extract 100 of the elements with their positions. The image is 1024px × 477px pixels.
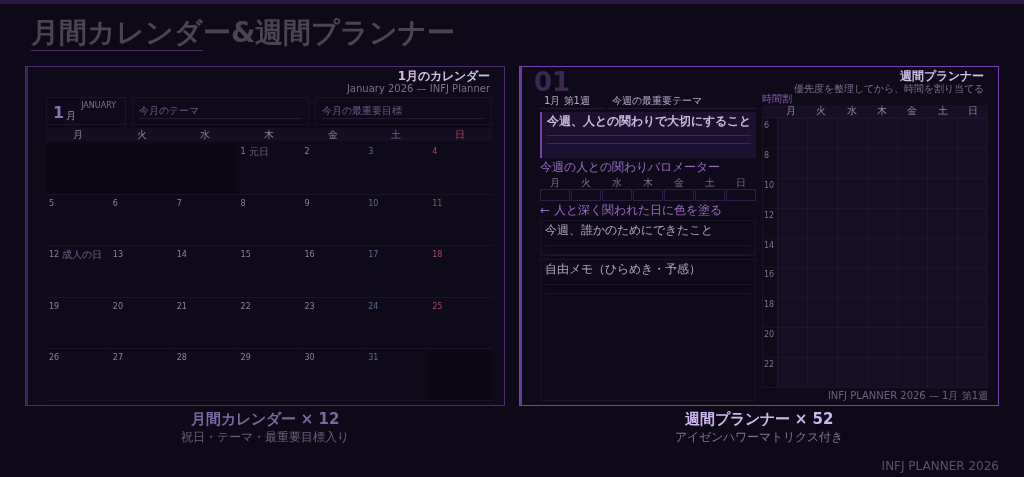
schedule-day: 火: [806, 105, 837, 117]
day-number: 27: [112, 353, 124, 363]
calendar-cell[interactable]: 18: [429, 247, 492, 298]
focus-title: 今週、人との関わりで大切にすること: [547, 115, 751, 128]
schedule-day: 土: [927, 105, 958, 117]
day-number: 23: [304, 301, 315, 311]
page-subheading: 優先度を整理してから、時間を割り当てる: [794, 83, 984, 94]
day-number: 28: [176, 353, 187, 363]
day-number: 18: [432, 250, 443, 260]
day-number: 8: [240, 198, 246, 208]
calendar-cell[interactable]: 26: [46, 350, 109, 401]
page-footer: INFJ PLANNER 2026 — 1月 第1週: [827, 390, 988, 401]
barometer-box[interactable]: [571, 189, 601, 201]
calendar-cell[interactable]: 17: [365, 247, 429, 298]
day-number: 14: [176, 250, 187, 260]
day-number: 24: [368, 301, 379, 311]
schedule-day: 木: [866, 105, 898, 117]
week-label: 1月 第1週: [540, 93, 604, 109]
page-subheading: January 2026 — INFJ Planner: [346, 83, 490, 94]
calendar-cell[interactable]: 12 成人の日: [46, 247, 109, 298]
calendar-cell[interactable]: 3: [365, 144, 429, 195]
theme-label: 今週の最重要テーマ: [608, 93, 756, 109]
weekday-label: 水: [199, 128, 212, 141]
barometer-day: 水: [602, 177, 632, 188]
caption-title: 週間プランナー × 52: [684, 410, 834, 429]
calendar-cell[interactable]: 16: [301, 247, 365, 298]
note-title: 今週、誰かのためにできたこと: [545, 224, 714, 237]
day-number: 10: [368, 198, 379, 208]
day-number: 4: [432, 147, 438, 156]
day-number: 20: [112, 301, 124, 311]
page-title: 月間カレンダー&週間プランナー: [30, 16, 457, 50]
barometer-day: 木: [633, 177, 663, 188]
calendar-cell[interactable]: 28: [173, 350, 237, 401]
barometer-box[interactable]: [540, 189, 570, 201]
weekday-label: 金: [326, 128, 339, 141]
day-number: 15: [240, 250, 251, 260]
day-number: 2: [304, 147, 310, 156]
day-number: 16: [304, 250, 315, 260]
schedule-day: 月: [776, 105, 807, 117]
month-field[interactable]: 今月のテーマ: [132, 97, 309, 125]
barometer-box[interactable]: [695, 189, 725, 201]
barometer-day: 月: [540, 177, 570, 188]
holiday-note: 元日: [248, 147, 269, 157]
day-number: 26: [49, 353, 60, 363]
day-number: 11: [432, 198, 443, 208]
calendar-cell[interactable]: 14: [173, 247, 237, 298]
note-box[interactable]: 自由メモ（ひらめき・予感）: [540, 259, 756, 401]
month-name: JANUARY: [81, 101, 117, 110]
month-number: 1: [53, 105, 65, 121]
calendar-cell[interactable]: 1 元日: [237, 144, 301, 195]
schedule-day: 金: [897, 105, 928, 117]
barometer-day: 火: [571, 177, 601, 188]
weekday-label: 火: [135, 128, 148, 141]
month-kanji: 月: [66, 111, 77, 121]
weekday-label: 木: [263, 128, 275, 141]
day-number: 25: [432, 301, 443, 311]
barometer-hint: ← 人と深く関われた日に色を塗る: [540, 204, 723, 217]
calendar-cell[interactable]: 30: [301, 350, 365, 401]
schedule-day: 水: [836, 105, 867, 117]
calendar-cell[interactable]: 2: [301, 144, 365, 195]
day-number: 17: [368, 250, 379, 260]
day-number: 21: [176, 301, 187, 311]
calendar-cell[interactable]: 27: [109, 350, 173, 401]
calendar-cell[interactable]: 31: [365, 350, 429, 401]
day-number: 3: [368, 147, 374, 156]
barometer-day: 日: [726, 177, 756, 188]
day-number: 30: [304, 353, 315, 363]
barometer-day: 金: [664, 177, 694, 188]
day-number: 6: [112, 198, 118, 208]
day-number: 9: [304, 198, 310, 208]
day-number: 31: [368, 353, 379, 363]
day-number: 12: [49, 250, 60, 260]
calendar-cell[interactable]: 15: [237, 247, 301, 298]
weekday-label: 月: [71, 128, 84, 141]
barometer-box[interactable]: [726, 189, 756, 201]
barometer-box[interactable]: [633, 189, 663, 201]
day-number: 5: [49, 198, 55, 208]
schedule-title: 時間割: [762, 93, 793, 105]
barometer-box[interactable]: [602, 189, 632, 201]
holiday-note: 成人の日: [62, 250, 103, 261]
day-number: 19: [49, 301, 60, 311]
barometer-day: 土: [695, 177, 725, 188]
caption-title: 月間カレンダー × 12: [190, 410, 340, 429]
weekday-label: 土: [390, 128, 403, 141]
brand-label: INFJ PLANNER 2026: [881, 459, 999, 473]
caption-subtitle: 祝日・テーマ・最重要目標入り: [181, 429, 349, 446]
month-field[interactable]: 今月の最重要目標: [315, 97, 492, 125]
calendar-cell[interactable]: 29: [237, 350, 301, 401]
day-number: 7: [176, 198, 182, 208]
barometer-box[interactable]: [664, 189, 694, 201]
note-box[interactable]: 今週、誰かのためにできたこと: [540, 220, 756, 256]
schedule-day: 日: [957, 105, 988, 117]
caption-subtitle: アイゼンハワーマトリクス付き: [675, 429, 843, 446]
calendar-cell[interactable]: 13: [109, 247, 173, 298]
day-number: 22: [240, 301, 251, 311]
calendar-cell[interactable]: 4: [429, 144, 492, 195]
day-number: 1: [240, 147, 246, 156]
page-heading: 1月のカレンダー: [397, 69, 490, 83]
note-title: 自由メモ（ひらめき・予感）: [545, 263, 702, 276]
day-number: 29: [240, 353, 251, 363]
